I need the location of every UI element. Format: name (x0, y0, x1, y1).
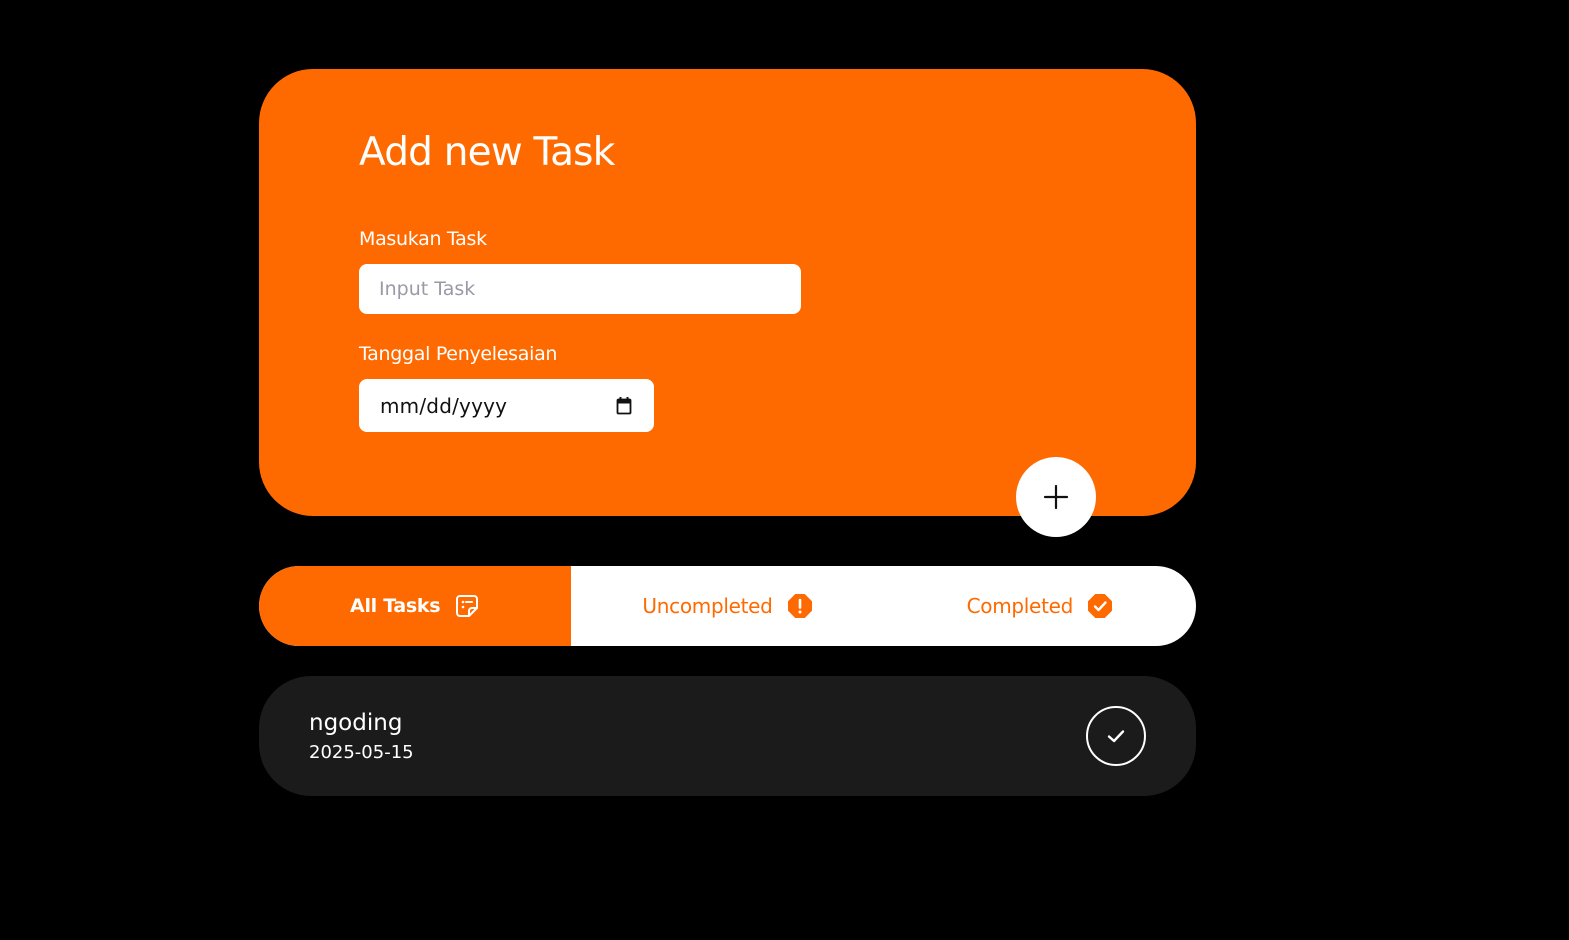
tab-label: Uncompleted (642, 594, 773, 618)
check-icon (1107, 730, 1125, 743)
date-placeholder: mm/dd/yyyy (380, 393, 508, 418)
task-item: ngoding 2025-05-15 (259, 676, 1196, 796)
tab-label: Completed (966, 594, 1074, 618)
tab-label: All Tasks (350, 595, 441, 617)
task-name: ngoding (309, 710, 403, 736)
calendar-icon[interactable] (615, 396, 633, 416)
task-date: 2025-05-15 (309, 742, 414, 763)
plus-icon (1043, 484, 1069, 510)
alert-badge-icon (787, 594, 812, 618)
task-input[interactable] (359, 264, 801, 314)
task-field-label: Masukan Task (359, 228, 487, 250)
filter-tabs: All Tasks Uncompleted Completed (259, 566, 1196, 646)
page: Add new Task Masukan Task Tanggal Penyel… (0, 0, 1569, 940)
sticky-note-icon (456, 595, 479, 617)
tab-completed[interactable]: Completed (884, 566, 1196, 646)
check-badge-icon (1088, 594, 1113, 618)
add-task-card: Add new Task Masukan Task Tanggal Penyel… (259, 69, 1196, 516)
card-title: Add new Task (359, 130, 615, 175)
mark-complete-button[interactable] (1086, 706, 1146, 766)
tab-uncompleted[interactable]: Uncompleted (571, 566, 883, 646)
date-field-label: Tanggal Penyelesaian (359, 343, 558, 365)
date-input[interactable]: mm/dd/yyyy (359, 379, 654, 432)
tab-all-tasks[interactable]: All Tasks (259, 566, 572, 646)
add-task-button[interactable] (1016, 457, 1096, 537)
